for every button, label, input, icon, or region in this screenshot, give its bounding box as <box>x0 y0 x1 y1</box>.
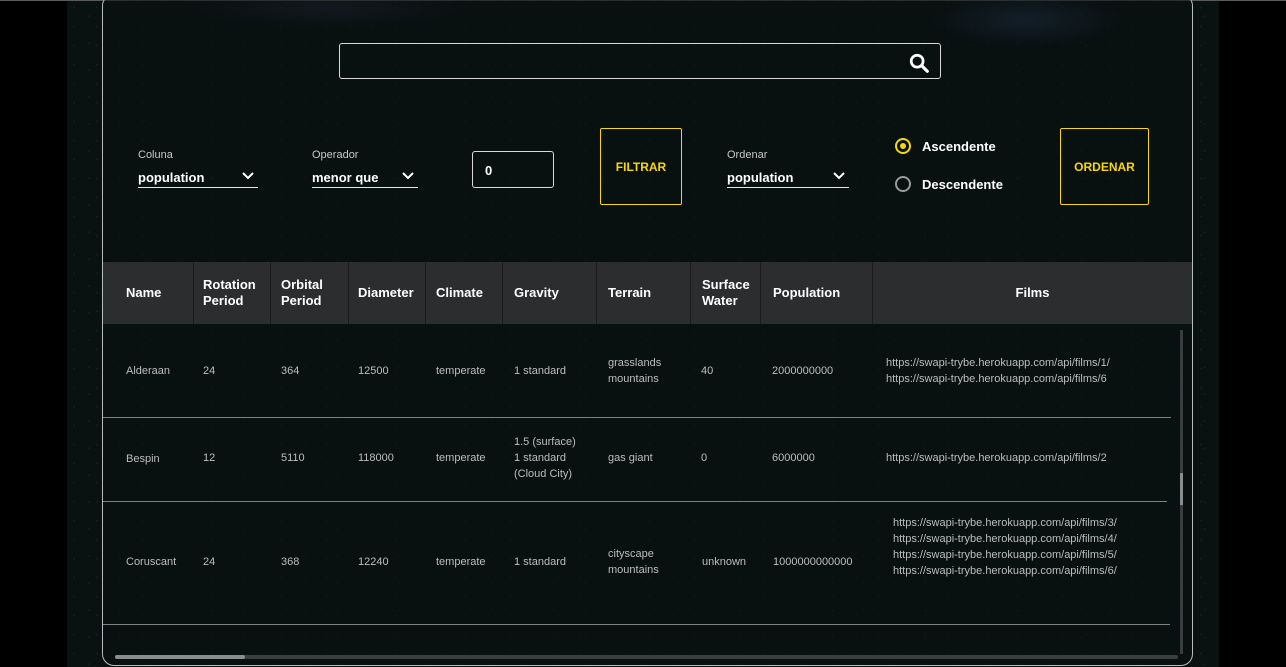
film-link[interactable]: https://swapi-trybe.herokuapp.com/api/fi… <box>893 547 1117 563</box>
cell-gravity: 1 standard <box>514 365 566 377</box>
cell-surface-water: 0 <box>701 452 708 464</box>
column-header-population[interactable]: Population <box>761 262 873 324</box>
cell-population: 6000000 <box>772 452 815 464</box>
operator-select[interactable]: menor que <box>312 166 418 188</box>
cell-terrain: cityscape <box>608 548 654 560</box>
row-divider <box>103 417 1171 418</box>
film-link[interactable]: https://swapi-trybe.herokuapp.com/api/fi… <box>893 563 1117 579</box>
table-header: Name Rotation Period Orbital Period Diamet… <box>103 262 1192 324</box>
column-header-films[interactable]: Films <box>873 262 1192 324</box>
sort-label: Ordenar <box>727 149 768 161</box>
cell-orbital: 364 <box>281 365 300 377</box>
film-link[interactable]: https://swapi-trybe.herokuapp.com/api/fi… <box>893 531 1117 547</box>
column-header-rotation[interactable]: Rotation Period <box>194 262 271 324</box>
cell-gravity: 1.5 (surface) <box>514 436 576 448</box>
cell-orbital: 368 <box>281 556 300 568</box>
column-header-terrain[interactable]: Terrain <box>597 262 691 324</box>
value-input[interactable]: 0 <box>472 151 554 188</box>
column-header-diameter[interactable]: Diameter <box>349 262 426 324</box>
film-link[interactable]: https://swapi-trybe.herokuapp.com/api/fi… <box>893 515 1117 531</box>
chevron-down-icon <box>402 172 414 180</box>
column-select[interactable]: population <box>138 166 258 188</box>
cell-orbital: 5110 <box>281 452 305 464</box>
cell-population: 1000000000000 <box>773 556 853 568</box>
film-link[interactable]: https://swapi-trybe.herokuapp.com/api/fi… <box>886 355 1110 371</box>
column-select-value: population <box>138 170 205 185</box>
cell-diameter: 12500 <box>358 365 389 377</box>
cell-name: Bespin <box>126 453 160 465</box>
cell-rotation: 24 <box>203 556 216 568</box>
cell-surface-water: unknown <box>702 556 747 568</box>
value-input-text: 0 <box>485 163 493 178</box>
cell-rotation: 12 <box>203 452 216 464</box>
descending-label: Descendente <box>922 177 1003 192</box>
vertical-scrollbar-thumb[interactable] <box>1180 473 1183 505</box>
column-header-gravity[interactable]: Gravity <box>503 262 597 324</box>
cell-gravity: (Cloud City) <box>514 468 573 480</box>
search-input[interactable] <box>340 44 920 78</box>
filter-button[interactable]: FILTRAR <box>600 128 682 205</box>
cell-name: Coruscant <box>126 556 177 568</box>
descending-radio[interactable] <box>895 176 911 192</box>
cell-name: Alderaan <box>126 365 171 377</box>
cell-gravity: 1 standard <box>514 556 566 568</box>
film-link[interactable]: https://swapi-trybe.herokuapp.com/api/fi… <box>886 450 1107 466</box>
cell-terrain: gas giant <box>608 452 653 464</box>
sort-select-value: population <box>727 170 794 185</box>
cell-terrain: mountains <box>608 373 659 385</box>
search-bar <box>339 43 941 79</box>
sort-button[interactable]: ORDENAR <box>1060 128 1149 205</box>
cell-diameter: 118000 <box>358 452 394 464</box>
cell-rotation: 24 <box>203 365 216 377</box>
sort-column-select[interactable]: population <box>727 166 849 188</box>
chevron-down-icon <box>833 172 845 180</box>
operator-label: Operador <box>312 149 359 161</box>
cell-surface-water: 40 <box>701 365 714 377</box>
column-header-surface-water[interactable]: Surface Water <box>691 262 761 324</box>
cell-climate: temperate <box>436 365 486 377</box>
horizontal-scrollbar-thumb[interactable] <box>115 655 245 659</box>
cell-diameter: 12240 <box>358 556 389 568</box>
cell-population: 2000000000 <box>772 365 834 377</box>
column-header-orbital[interactable]: Orbital Period <box>271 262 349 324</box>
row-divider <box>103 501 1167 502</box>
cell-gravity: 1 standard <box>514 452 566 464</box>
column-label: Coluna <box>138 149 173 161</box>
chevron-down-icon <box>242 172 254 180</box>
ascending-label: Ascendente <box>922 139 996 154</box>
column-header-name[interactable]: Name <box>103 262 194 324</box>
film-link[interactable]: https://swapi-trybe.herokuapp.com/api/fi… <box>886 371 1107 387</box>
operator-select-value: menor que <box>312 170 379 185</box>
column-header-climate[interactable]: Climate <box>426 262 503 324</box>
search-icon[interactable] <box>908 52 930 74</box>
ascending-radio[interactable] <box>895 138 911 154</box>
row-divider <box>103 624 1170 625</box>
cell-climate: temperate <box>436 556 486 568</box>
horizontal-scrollbar-track[interactable] <box>115 655 1178 659</box>
cell-climate: temperate <box>436 452 486 464</box>
cell-terrain: grasslands <box>608 357 662 369</box>
cell-terrain: mountains <box>608 564 659 576</box>
